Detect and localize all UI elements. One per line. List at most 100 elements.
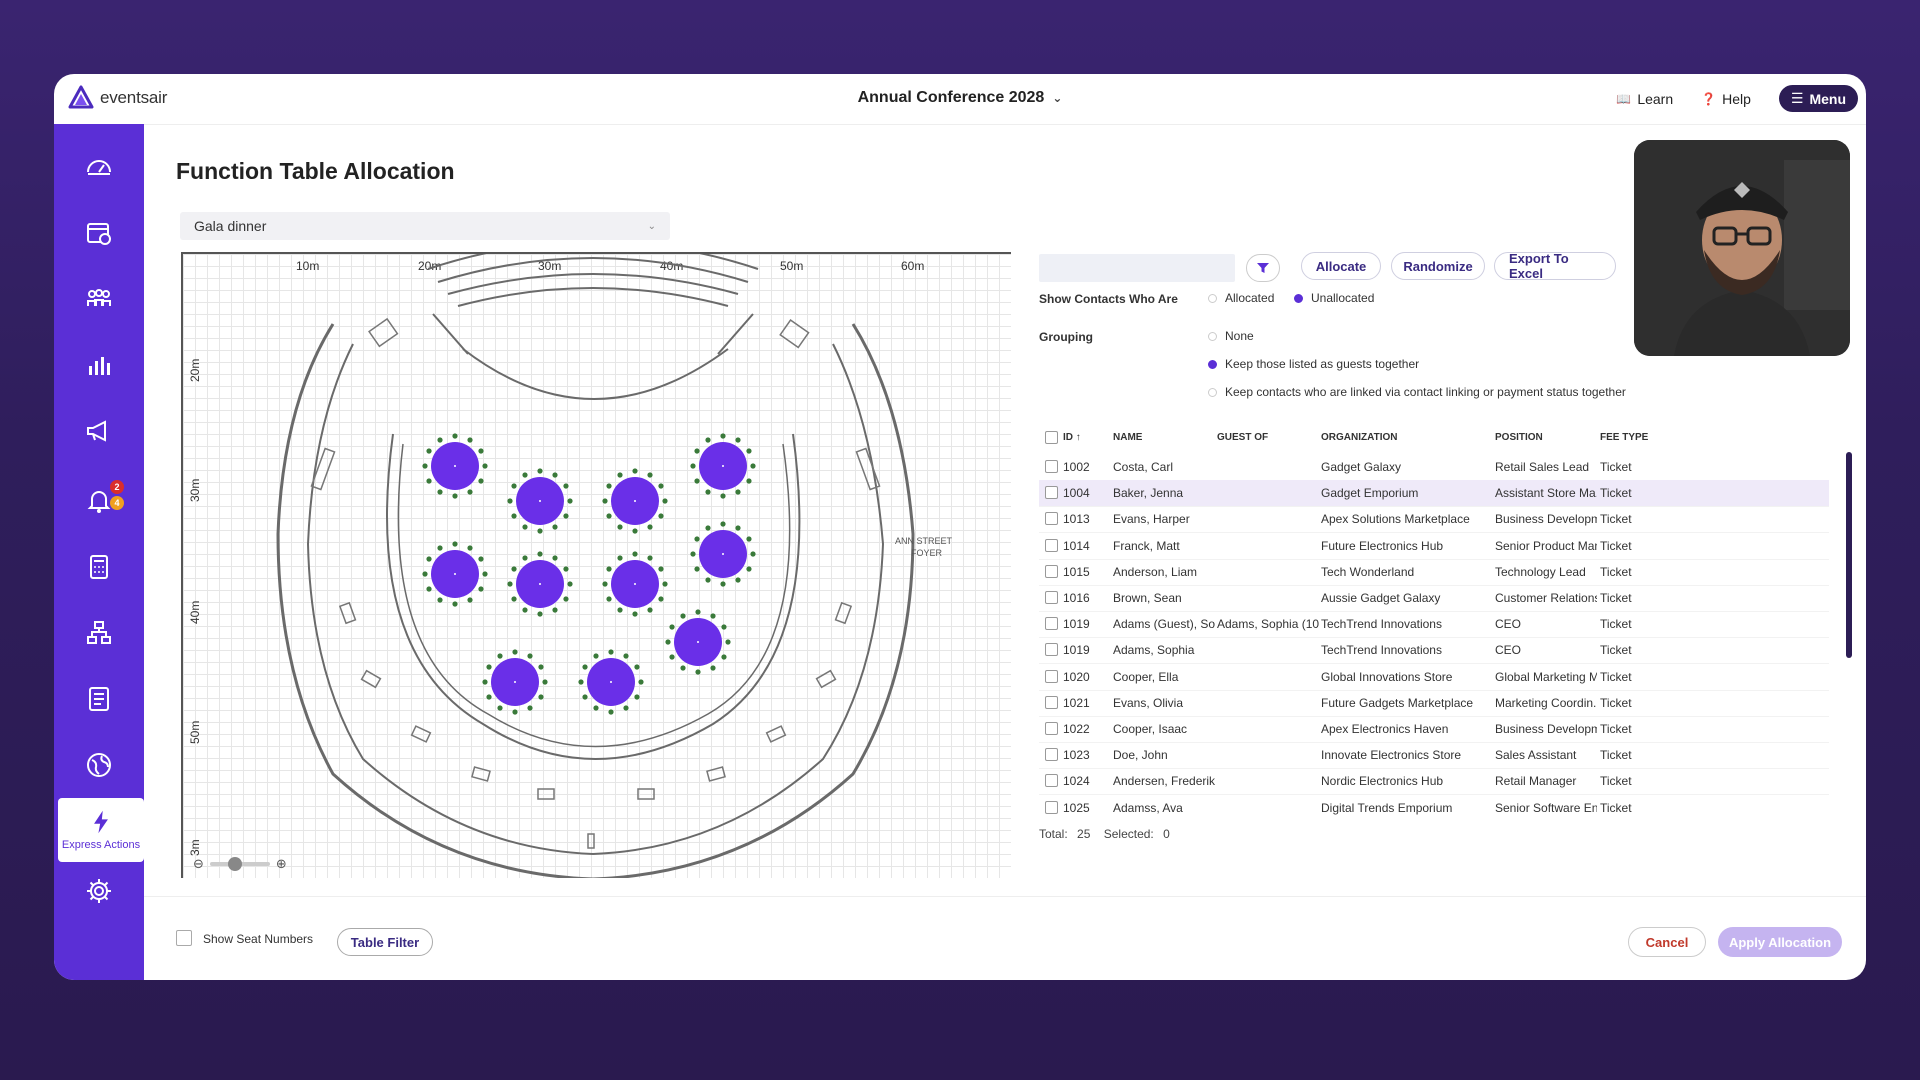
table-seat[interactable] bbox=[680, 613, 686, 619]
table-seat[interactable] bbox=[647, 555, 653, 561]
table-seat[interactable] bbox=[705, 489, 711, 495]
row-checkbox[interactable] bbox=[1045, 800, 1058, 814]
row-checkbox[interactable] bbox=[1045, 774, 1058, 788]
row-checkbox[interactable] bbox=[1045, 512, 1058, 526]
table-seat[interactable] bbox=[647, 524, 653, 530]
dining-table[interactable] bbox=[690, 433, 756, 499]
table-seat[interactable] bbox=[694, 478, 700, 484]
column-header-id[interactable]: ID ↑ bbox=[1063, 432, 1081, 443]
table-seat[interactable] bbox=[552, 555, 558, 561]
calculator-icon[interactable] bbox=[54, 542, 144, 592]
table-seat[interactable] bbox=[695, 669, 701, 675]
table-seat[interactable] bbox=[452, 433, 458, 439]
table-seat[interactable] bbox=[467, 545, 473, 551]
table-seat[interactable] bbox=[690, 463, 696, 469]
table-row[interactable]: 1023 Doe, John Innovate Electronics Store S… bbox=[1039, 742, 1829, 770]
table-row[interactable]: 1024 Andersen, Frederik Nordic Electronics… bbox=[1039, 768, 1829, 796]
table-seat[interactable] bbox=[426, 556, 432, 562]
table-seat[interactable] bbox=[634, 664, 640, 670]
table-seat[interactable] bbox=[669, 654, 675, 660]
table-seat[interactable] bbox=[522, 555, 528, 561]
table-seat[interactable] bbox=[467, 489, 473, 495]
column-header-fee-type[interactable]: FEE TYPE bbox=[1600, 432, 1648, 443]
table-seat[interactable] bbox=[507, 581, 513, 587]
row-checkbox[interactable] bbox=[1045, 564, 1058, 578]
table-seat[interactable] bbox=[647, 472, 653, 478]
table-row[interactable]: 1013 Evans, Harper Apex Solutions Marketpl… bbox=[1039, 506, 1829, 534]
table-seat[interactable] bbox=[522, 607, 528, 613]
table-seat[interactable] bbox=[467, 597, 473, 603]
table-seat[interactable] bbox=[720, 581, 726, 587]
dining-table[interactable] bbox=[507, 468, 573, 534]
row-checkbox[interactable] bbox=[1045, 460, 1058, 473]
column-header-guest-of[interactable]: GUEST OF bbox=[1217, 432, 1268, 443]
radio-unallocated[interactable]: Unallocated bbox=[1294, 291, 1374, 305]
event-selector[interactable]: Annual Conference 2028 ⌄ bbox=[858, 89, 1063, 107]
column-header-name[interactable]: NAME bbox=[1113, 432, 1142, 443]
table-seat[interactable] bbox=[511, 566, 517, 572]
allocate-button[interactable]: Allocate bbox=[1301, 252, 1381, 280]
express-actions-button[interactable]: Express Actions bbox=[58, 798, 144, 862]
table-seat[interactable] bbox=[522, 524, 528, 530]
table-seat[interactable] bbox=[720, 493, 726, 499]
table-seat[interactable] bbox=[602, 581, 608, 587]
radio-grouping-none[interactable]: None bbox=[1208, 329, 1254, 343]
table-seat[interactable] bbox=[720, 433, 726, 439]
select-all-checkbox[interactable] bbox=[1045, 431, 1058, 444]
table-seat[interactable] bbox=[482, 571, 488, 577]
table-seat[interactable] bbox=[694, 536, 700, 542]
table-seat[interactable] bbox=[511, 596, 517, 602]
table-seat[interactable] bbox=[567, 498, 573, 504]
table-seat[interactable] bbox=[537, 468, 543, 474]
table-seat[interactable] bbox=[662, 498, 668, 504]
table-seat[interactable] bbox=[482, 463, 488, 469]
table-seat[interactable] bbox=[552, 524, 558, 530]
table-seat[interactable] bbox=[507, 498, 513, 504]
table-seat[interactable] bbox=[437, 489, 443, 495]
logo[interactable]: eventsair bbox=[68, 85, 167, 111]
table-seat[interactable] bbox=[617, 472, 623, 478]
table-seat[interactable] bbox=[694, 566, 700, 572]
table-seat[interactable] bbox=[632, 468, 638, 474]
table-seat[interactable] bbox=[632, 611, 638, 617]
help-link[interactable]: ❓ Help bbox=[1701, 91, 1751, 107]
table-seat[interactable] bbox=[452, 601, 458, 607]
table-seat[interactable] bbox=[720, 521, 726, 527]
table-seat[interactable] bbox=[608, 709, 614, 715]
table-seat[interactable] bbox=[725, 639, 731, 645]
table-seat[interactable] bbox=[606, 483, 612, 489]
table-seat[interactable] bbox=[632, 528, 638, 534]
table-seat[interactable] bbox=[750, 463, 756, 469]
dining-table[interactable] bbox=[422, 541, 488, 607]
zoom-slider[interactable] bbox=[209, 857, 270, 871]
dining-table[interactable] bbox=[578, 649, 644, 715]
randomize-button[interactable]: Randomize bbox=[1391, 252, 1485, 280]
table-seat[interactable] bbox=[452, 541, 458, 547]
table-seat[interactable] bbox=[582, 694, 588, 700]
table-seat[interactable] bbox=[647, 607, 653, 613]
table-seat[interactable] bbox=[426, 478, 432, 484]
table-seat[interactable] bbox=[658, 483, 664, 489]
table-seat[interactable] bbox=[606, 566, 612, 572]
row-checkbox[interactable] bbox=[1045, 643, 1058, 657]
table-seat[interactable] bbox=[608, 649, 614, 655]
table-seat[interactable] bbox=[602, 498, 608, 504]
show-seat-numbers-checkbox[interactable] bbox=[176, 930, 192, 946]
table-seat[interactable] bbox=[478, 448, 484, 454]
table-seat[interactable] bbox=[721, 654, 727, 660]
row-checkbox[interactable] bbox=[1045, 617, 1058, 631]
table-scrollbar[interactable] bbox=[1846, 452, 1852, 658]
dining-table[interactable] bbox=[665, 609, 731, 675]
zoom-slider-handle[interactable] bbox=[227, 857, 242, 871]
apply-allocation-button[interactable]: Apply Allocation bbox=[1718, 927, 1842, 957]
table-seat[interactable] bbox=[522, 472, 528, 478]
table-seat[interactable] bbox=[452, 493, 458, 499]
table-seat[interactable] bbox=[658, 596, 664, 602]
table-seat[interactable] bbox=[710, 613, 716, 619]
floor-plan-canvas[interactable]: 10m 20m 30m 40m 50m 60m 20m 30m 40m 50m … bbox=[181, 252, 1011, 878]
table-seat[interactable] bbox=[563, 513, 569, 519]
row-checkbox[interactable] bbox=[1045, 538, 1058, 552]
table-seat[interactable] bbox=[537, 528, 543, 534]
row-checkbox[interactable] bbox=[1045, 722, 1058, 735]
table-seat[interactable] bbox=[478, 556, 484, 562]
